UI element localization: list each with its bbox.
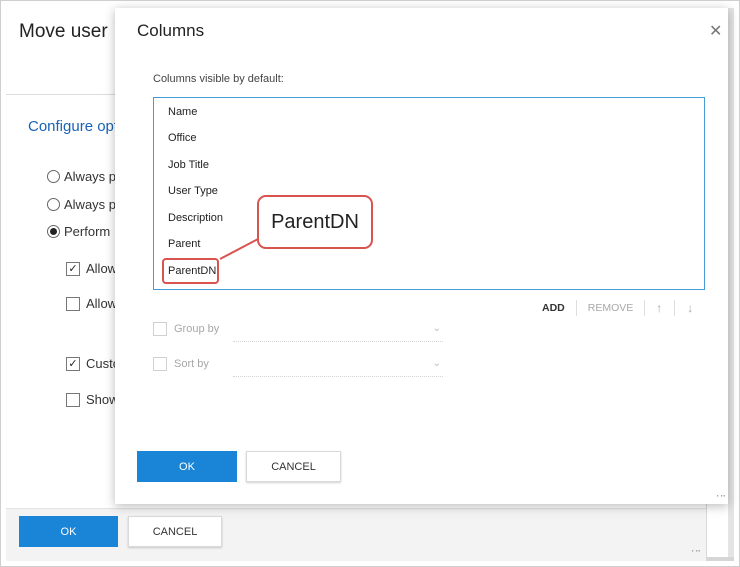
close-icon[interactable]: ✕ — [709, 21, 722, 41]
resize-grip-icon[interactable]: ⠠⠤ — [713, 490, 726, 499]
checkbox-checked[interactable]: ✓ — [66, 261, 80, 276]
columns-cancel-button[interactable]: CANCEL — [246, 451, 341, 482]
sort-by-checkbox[interactable] — [153, 357, 167, 371]
radio-button[interactable] — [47, 198, 60, 211]
columns-dialog: Columns ✕ Columns visible by default: Na… — [115, 8, 728, 504]
column-item-office[interactable]: Office — [168, 132, 197, 144]
group-by-select[interactable]: ⌄ — [233, 321, 443, 342]
resize-grip-icon[interactable]: ⠠⠤ — [688, 545, 701, 554]
move-down-icon[interactable]: ↓ — [687, 301, 693, 315]
checkbox-custom[interactable]: ✓ Custo — [66, 356, 120, 371]
column-item-user-type[interactable]: User Type — [168, 185, 218, 197]
checkbox-unchecked[interactable] — [66, 296, 80, 311]
checkbox-allow-1[interactable]: ✓ Allow — [66, 261, 117, 276]
column-actions: ADD REMOVE ↑ ↓ — [542, 300, 693, 316]
add-button[interactable]: ADD — [542, 302, 565, 314]
radio-always-option-1[interactable]: Always pe — [47, 169, 123, 184]
column-item-job-title[interactable]: Job Title — [168, 159, 209, 171]
column-item-name[interactable]: Name — [168, 106, 197, 118]
chevron-down-icon: ⌄ — [432, 323, 441, 334]
checkbox-checked[interactable]: ✓ — [66, 356, 80, 371]
move-user-footer: OK CANCEL ⠠⠤ — [6, 508, 706, 561]
remove-button[interactable]: REMOVE — [588, 302, 634, 314]
configure-options-heading: Configure opt — [28, 118, 119, 135]
checkbox-allow-2[interactable]: Allow — [66, 296, 117, 311]
radio-perform-option[interactable]: Perform — [47, 224, 110, 239]
parentdn-callout: ParentDN — [257, 195, 373, 249]
radio-button[interactable] — [47, 170, 60, 183]
sort-by-select[interactable]: ⌄ — [233, 356, 443, 377]
group-by-checkbox[interactable] — [153, 322, 167, 336]
group-by-row[interactable]: Group by — [153, 322, 219, 336]
radio-always-option-2[interactable]: Always pe — [47, 197, 123, 212]
columns-visible-label: Columns visible by default: — [153, 73, 284, 85]
move-user-ok-button[interactable]: OK — [19, 516, 118, 547]
move-up-icon[interactable]: ↑ — [656, 301, 662, 315]
divider — [644, 300, 646, 316]
columns-ok-button[interactable]: OK — [137, 451, 237, 482]
checkbox-show[interactable]: Show — [66, 392, 119, 407]
divider — [674, 300, 676, 316]
checkbox-label: Allow — [86, 296, 118, 311]
checkbox-label: Allow — [86, 261, 118, 276]
parentdn-highlight-box — [162, 258, 219, 284]
sort-by-label: Sort by — [174, 358, 209, 370]
sort-by-row[interactable]: Sort by — [153, 357, 209, 371]
radio-label: Perform — [64, 224, 111, 239]
columns-list[interactable]: Name Office Job Title User Type Descript… — [153, 97, 705, 290]
radio-button-selected[interactable] — [47, 225, 60, 238]
checkbox-unchecked[interactable] — [66, 392, 80, 407]
column-item-description[interactable]: Description — [168, 212, 223, 224]
checkbox-label: Show — [86, 392, 119, 407]
window-shadow-right — [728, 8, 734, 560]
divider — [575, 300, 577, 316]
column-item-parent[interactable]: Parent — [168, 238, 200, 250]
move-user-title: Move user — [19, 21, 108, 42]
columns-dialog-title: Columns — [137, 21, 205, 40]
move-user-cancel-button[interactable]: CANCEL — [128, 516, 222, 547]
group-by-label: Group by — [174, 323, 220, 335]
chevron-down-icon: ⌄ — [432, 358, 441, 369]
